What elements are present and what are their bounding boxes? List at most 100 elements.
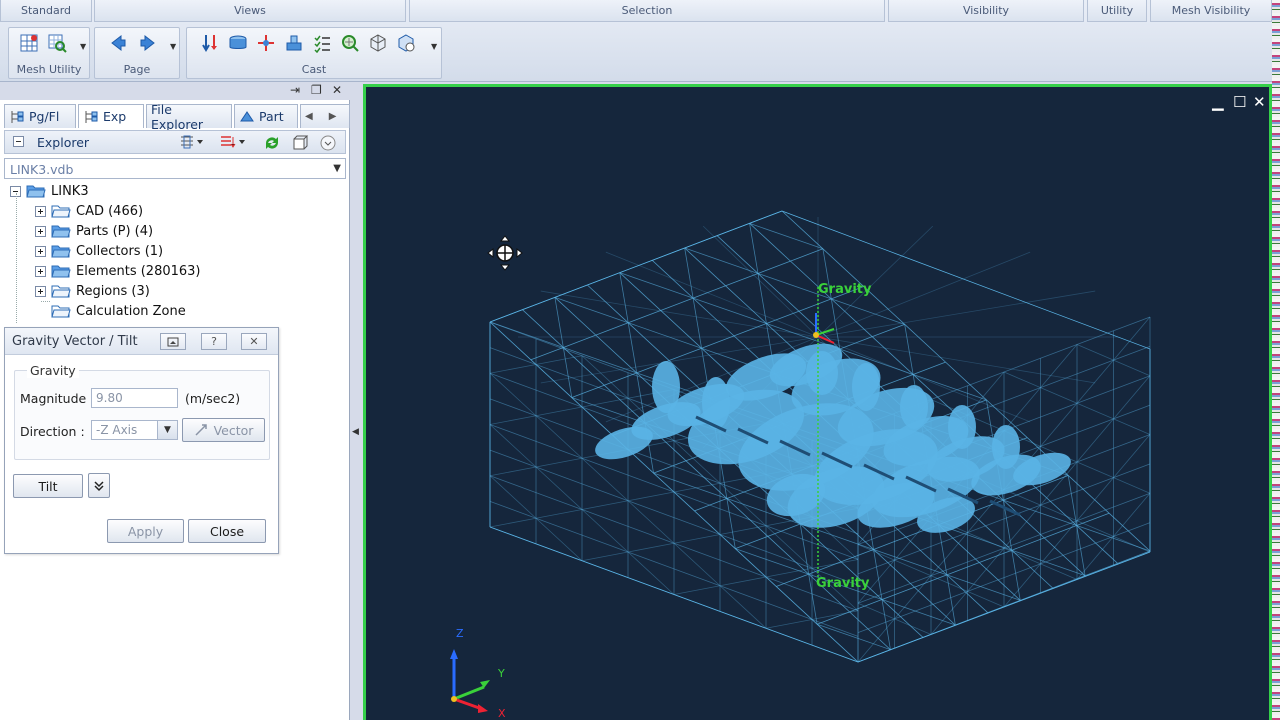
tree-item-label: Regions (3) (76, 283, 150, 299)
folder-open-icon (51, 265, 71, 278)
mesh-inspect-icon[interactable] (46, 32, 68, 54)
3d-viewport[interactable]: ▁ ☐ ✕ Gravity Gravity Z Y X (363, 84, 1272, 720)
tab-file-explorer[interactable]: File Explorer (146, 102, 232, 132)
ribbon-tab-label: Visibility (962, 4, 1010, 17)
chevron-down-icon[interactable]: ▼ (431, 42, 437, 51)
tree-guide-line (16, 193, 17, 323)
part-icon (240, 110, 254, 121)
vector-button-label: Vector (213, 422, 254, 438)
expand-icon[interactable] (35, 285, 46, 297)
ribbon-tab-label: Standard (20, 4, 72, 17)
direction-select[interactable]: -Z Axis ▼ (91, 420, 178, 440)
vector-button[interactable]: Vector (182, 418, 265, 442)
cube-settings-icon[interactable] (395, 32, 417, 54)
collapse-icon[interactable] (13, 136, 24, 147)
axis-x-label: X (498, 707, 506, 720)
help-icon: ? (211, 335, 217, 348)
tab-pg-fl[interactable]: Pg/Fl (4, 104, 76, 128)
ribbon-tab-visibility[interactable]: Visibility (888, 0, 1084, 22)
tree-item-elements[interactable]: Elements (280163) (35, 261, 201, 281)
ribbon: Standard Views Selection Visibility Util… (0, 0, 1280, 82)
tilt-expand-button[interactable] (88, 473, 110, 498)
dialog-title: Gravity Vector / Tilt (12, 334, 138, 349)
ribbon-tab-standard[interactable]: Standard (0, 0, 92, 22)
expand-icon[interactable] (35, 245, 46, 257)
collapse-left-icon[interactable]: ◀ (352, 427, 359, 437)
chevron-down-icon[interactable]: ▼ (157, 421, 177, 439)
chevron-down-icon[interactable]: ▼ (80, 42, 86, 51)
close-button[interactable]: Close (188, 519, 266, 543)
tree-icon (11, 110, 24, 123)
ribbon-tab-views[interactable]: Views (94, 0, 406, 22)
tab-scroll-left-icon[interactable]: ◀ (305, 111, 313, 122)
tree-item-regions[interactable]: Regions (3) (35, 281, 150, 301)
tab-part[interactable]: Part (234, 104, 298, 128)
tab-scroll-right-icon[interactable]: ▶ (329, 111, 337, 122)
tab-label: Exp (103, 109, 127, 124)
tree-item-label: Parts (P) (4) (76, 223, 154, 239)
explorer-header: Explorer (4, 130, 346, 154)
gravity-group-label: Gravity (27, 363, 79, 378)
tree-item-parts[interactable]: Parts (P) (4) (35, 221, 153, 241)
filter-icon[interactable] (179, 134, 205, 153)
dialog-close-x-button[interactable]: ✕ (241, 333, 267, 350)
cube-outline-icon[interactable] (367, 32, 389, 54)
chevron-down-icon[interactable]: ▼ (333, 163, 341, 174)
box-view-icon[interactable] (291, 134, 309, 155)
ribbon-tab-utility[interactable]: Utility (1087, 0, 1147, 22)
tree-item-calculation-zone[interactable]: Calculation Zone (51, 301, 186, 321)
tilt-button-label: Tilt (38, 478, 58, 494)
ribbon-tab-mesh-visibility[interactable]: Mesh Visibility (1150, 0, 1272, 22)
refresh-icon[interactable] (263, 134, 281, 155)
panel-splitter[interactable]: ◀ (350, 82, 363, 720)
gravity-top-label: Gravity (818, 282, 872, 297)
gravity-direction-icon[interactable] (199, 32, 221, 54)
ribbon-group-label: Cast (301, 63, 327, 76)
restore-icon[interactable]: ❐ (311, 83, 322, 97)
close-icon[interactable]: ✕ (332, 83, 342, 97)
ribbon-tab-selection[interactable]: Selection (409, 0, 885, 22)
ladle-icon[interactable] (227, 32, 249, 54)
magnitude-value: 9.80 (96, 391, 123, 405)
auto-hide-icon[interactable]: ⇥ (290, 83, 300, 97)
screen-edge-artifact (1272, 0, 1280, 720)
direction-value: -Z Axis (96, 423, 138, 437)
chevron-down-icon[interactable]: ▼ (170, 42, 176, 51)
ribbon-group-label: Page (123, 63, 151, 76)
tab-exp[interactable]: Exp (78, 104, 144, 128)
tree-item-collectors[interactable]: Collectors (1) (35, 241, 163, 261)
arrow-left-icon[interactable] (107, 32, 129, 54)
arrow-right-icon[interactable] (137, 32, 159, 54)
direction-label: Direction : (20, 424, 85, 439)
expand-icon[interactable] (35, 265, 46, 277)
circle-chevron-down-icon[interactable] (319, 134, 337, 155)
mesh-scene[interactable]: Gravity Gravity Z Y X (366, 87, 1269, 720)
file-select[interactable]: LINK3.vdb ▼ (4, 158, 346, 179)
dialog-help-button[interactable]: ? (201, 333, 227, 350)
cast-part (595, 343, 1071, 533)
folder-outline-icon (51, 285, 71, 298)
mesh-zoom-icon[interactable] (339, 32, 361, 54)
close-icon: ✕ (249, 335, 259, 348)
ribbon-group-cast: ▼ Cast (186, 27, 442, 79)
checklist-icon[interactable] (311, 32, 333, 54)
panel-tabs: Pg/Fl Exp File Explorer Part ◀ ▶ (4, 102, 350, 132)
folder-outline-icon (51, 305, 71, 318)
ribbon-tab-label: Mesh Visibility (1171, 4, 1251, 17)
tilt-button[interactable]: Tilt (13, 474, 83, 498)
ribbon-group-page: ▼ Page (94, 27, 180, 79)
tree-item-cad[interactable]: CAD (466) (35, 201, 143, 221)
expand-icon[interactable] (35, 225, 46, 237)
apply-button[interactable]: Apply (107, 519, 184, 543)
mesh-grid-icon[interactable] (18, 32, 40, 54)
tree-item-link3[interactable]: LINK3 (10, 181, 89, 201)
riser-icon[interactable] (283, 32, 305, 54)
gate-icon[interactable] (255, 32, 277, 54)
expand-icon[interactable] (35, 205, 46, 217)
dialog-titlebar[interactable]: Gravity Vector / Tilt ? ✕ (5, 328, 278, 355)
dialog-collapse-button[interactable] (160, 333, 186, 350)
gravity-group (14, 370, 270, 460)
sort-icon[interactable] (219, 134, 247, 153)
magnitude-input[interactable]: 9.80 (91, 388, 178, 408)
tree-item-label: CAD (466) (76, 203, 144, 219)
